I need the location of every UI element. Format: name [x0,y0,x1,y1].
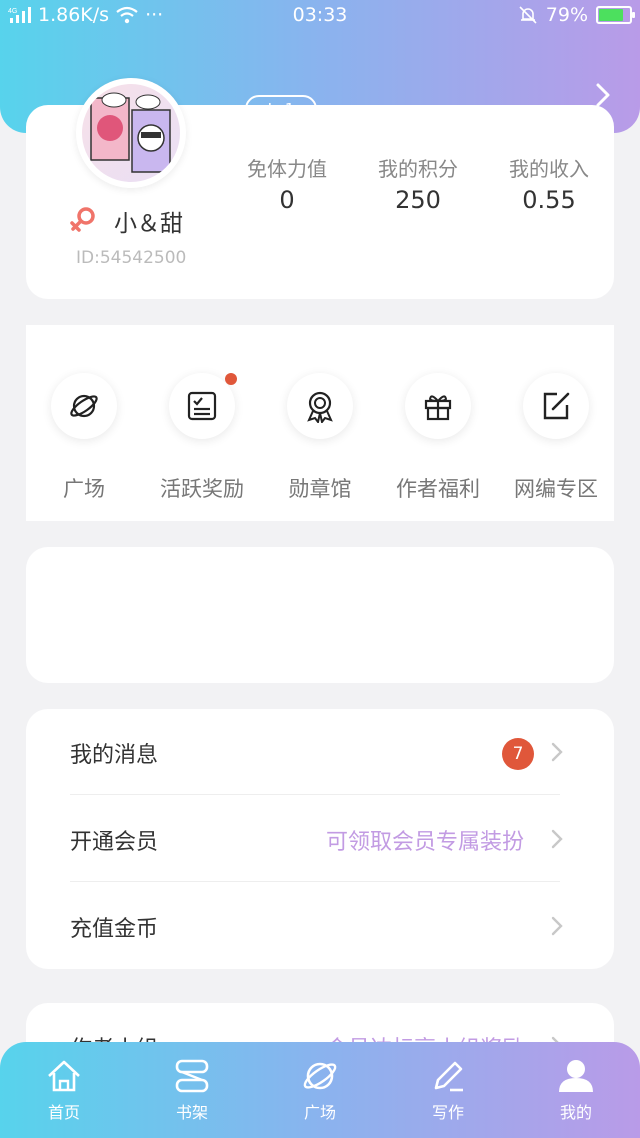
battery-percent: 79% [545,4,588,26]
feature-label: 广场 [63,477,105,501]
feature-label: 网编专区 [514,477,598,501]
feature-active-reward[interactable]: 活跃奖励 [144,373,260,503]
status-bar: 4G 1.86K/s ··· 03:33 79% [0,0,640,32]
feature-editor-zone[interactable]: 网编专区 [498,373,614,503]
gift-icon [424,395,452,421]
nav-label: 书架 [175,1103,208,1122]
feature-grid: 广场 活跃奖励 勋章馆 作者福利 网编专区 [26,325,614,521]
menu-row-vip[interactable]: 开通会员 可领取会员专属装扮 [26,796,614,882]
user-id: ID:54542500 [76,248,187,268]
female-icon [70,207,95,232]
checklist-icon [187,391,217,421]
stat-value: 250 [395,186,441,214]
feature-label: 活跃奖励 [160,477,244,501]
stat-label: 我的收入 [509,157,589,181]
nav-label: 首页 [47,1103,80,1122]
nav-mine[interactable]: 我的 [536,1056,616,1123]
level-badge: Lv1 [245,95,317,123]
stat-label: 免体力值 [247,157,327,181]
status-right: 79% [518,4,635,26]
unread-count-badge: 7 [502,738,534,770]
bookshelf-icon [175,1059,209,1093]
chevron-right-icon [551,916,563,936]
chevron-right-icon [551,742,563,762]
nav-label: 写作 [431,1103,464,1122]
bottom-nav: 首页 书架 广场 写作 我的 [0,1042,640,1138]
username: 小＆甜 [114,211,183,237]
planet-icon [70,394,98,418]
feature-label: 勋章馆 [288,477,352,501]
stat-value: 0 [279,186,295,214]
banner-placeholder [26,547,614,683]
chevron-right-icon [551,829,563,849]
stat-label: 我的积分 [378,157,458,181]
feature-icon-circle [169,373,237,439]
edit-icon [543,392,570,420]
menu-label: 我的消息 [70,743,159,768]
nav-home[interactable]: 首页 [24,1056,104,1123]
battery-icon [596,6,635,24]
avatar-image [82,84,180,182]
vip-promo-text: 可领取会员专属装扮 [325,830,524,855]
menu-card: 我的消息 7 开通会员 可领取会员专属装扮 充值金币 [26,709,614,969]
pen-icon [434,1061,463,1092]
avatar-illustration [90,92,171,173]
menu-row-messages[interactable]: 我的消息 7 [26,709,614,795]
medal-icon [307,391,333,423]
stat-value: 0.55 [522,186,576,214]
notification-dot [225,373,237,385]
feature-icon-circle [287,373,353,439]
nav-label: 广场 [303,1103,336,1122]
nav-bookshelf[interactable]: 书架 [152,1056,232,1123]
stat-stamina[interactable]: 免体力值 0 [232,153,342,214]
feature-icon-circle [523,373,589,439]
menu-label: 开通会员 [70,830,159,855]
home-icon [48,1060,80,1092]
planet-icon [303,1062,337,1090]
divider [70,794,560,795]
feature-icon-circle [405,373,471,439]
mute-bell-icon [519,6,537,24]
divider [70,881,560,882]
menu-label: 充值金币 [70,917,159,942]
feature-author-benefits[interactable]: 作者福利 [380,373,496,503]
menu-row-recharge[interactable]: 充值金币 [26,883,614,969]
battery-fill [599,9,623,21]
user-icon [559,1060,593,1092]
feature-medal-hall[interactable]: 勋章馆 [262,373,378,503]
stat-income[interactable]: 我的收入 0.55 [494,153,604,214]
feature-icon-circle [51,373,117,439]
nav-plaza[interactable]: 广场 [280,1056,360,1123]
feature-plaza[interactable]: 广场 [26,373,142,503]
nav-label: 我的 [559,1103,592,1122]
avatar[interactable] [76,78,186,188]
feature-label: 作者福利 [396,477,480,501]
stat-points[interactable]: 我的积分 250 [363,153,473,214]
nav-write[interactable]: 写作 [408,1056,488,1123]
